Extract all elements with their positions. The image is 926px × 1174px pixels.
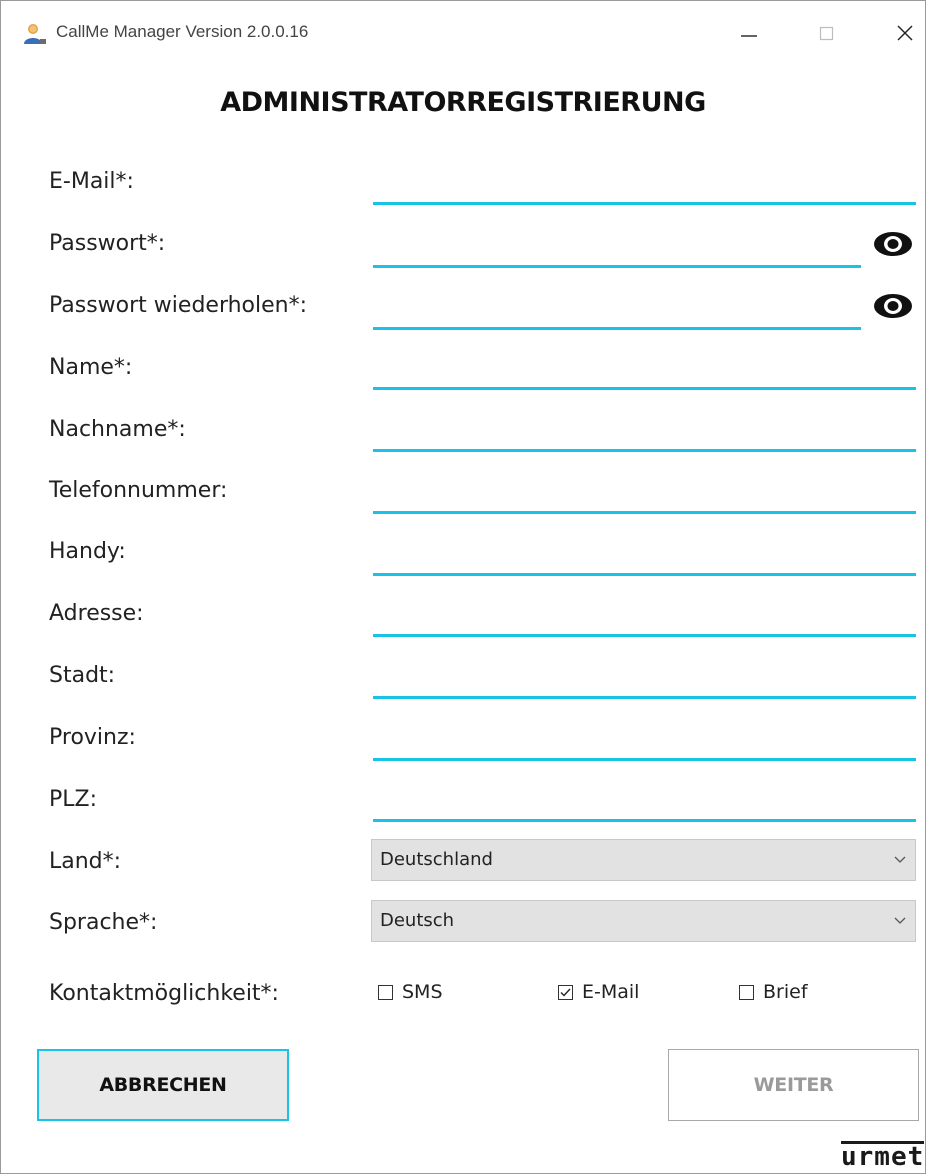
checkbox[interactable] [739, 984, 754, 1000]
email-label: E-Mail*: [49, 169, 134, 194]
address-field[interactable] [373, 603, 916, 637]
zip-label: PLZ: [49, 787, 98, 812]
minimize-button[interactable] [721, 11, 777, 55]
mobile-field[interactable] [373, 542, 916, 576]
close-icon [897, 25, 913, 41]
checkbox-label: Brief [763, 981, 808, 1003]
title-bar: CallMe Manager Version 2.0.0.16 [1, 1, 925, 63]
page-title: ADMINISTRATORREGISTRIERUNG [220, 87, 706, 118]
first-name-label: Name*: [49, 355, 133, 380]
maximize-button[interactable] [799, 11, 855, 55]
last-name-label: Nachname*: [49, 417, 186, 442]
city-field[interactable] [373, 665, 916, 699]
email-field[interactable] [373, 171, 916, 205]
contact-option-letter[interactable]: Brief [739, 981, 808, 1003]
checkbox-label: E-Mail [582, 981, 640, 1003]
contact-option-email[interactable]: E-Mail [558, 981, 639, 1003]
country-label: Land*: [49, 849, 122, 874]
checkbox-checked[interactable] [558, 984, 573, 1000]
province-label: Provinz: [49, 725, 136, 750]
password-label: Passwort*: [49, 231, 166, 256]
address-label: Adresse: [49, 601, 144, 626]
checkbox[interactable] [378, 984, 393, 1000]
chevron-down-icon [894, 856, 906, 863]
eye-icon[interactable] [871, 229, 915, 259]
country-select-value: Deutschland [380, 849, 493, 870]
eye-icon[interactable] [871, 291, 915, 321]
user-icon [24, 24, 46, 44]
maximize-icon [819, 26, 834, 41]
last-name-field[interactable] [373, 418, 916, 452]
window-title: CallMe Manager Version 2.0.0.16 [56, 22, 309, 41]
password-field[interactable] [373, 234, 861, 268]
province-field[interactable] [373, 727, 916, 761]
city-label: Stadt: [49, 663, 116, 688]
phone-label: Telefonnummer: [49, 478, 228, 503]
checkmark-icon [560, 988, 571, 997]
zip-field[interactable] [373, 788, 916, 822]
language-select-value: Deutsch [380, 910, 455, 931]
language-select[interactable]: Deutsch [371, 900, 916, 942]
next-button[interactable]: WEITER [668, 1049, 919, 1121]
contact-option-sms[interactable]: SMS [378, 981, 443, 1003]
brand-logo: urmet [841, 1141, 925, 1172]
cancel-button[interactable]: ABBRECHEN [37, 1049, 289, 1121]
first-name-field[interactable] [373, 356, 916, 390]
checkbox-label: SMS [402, 981, 443, 1003]
minimize-icon [741, 35, 757, 37]
password-repeat-label: Passwort wiederholen*: [49, 293, 308, 318]
chevron-down-icon [894, 917, 906, 924]
country-select[interactable]: Deutschland [371, 839, 916, 881]
phone-field[interactable] [373, 480, 916, 514]
mobile-label: Handy: [49, 539, 126, 564]
language-label: Sprache*: [49, 910, 158, 935]
app-window: CallMe Manager Version 2.0.0.16 ADMINIST… [0, 0, 926, 1174]
contact-label: Kontaktmöglichkeit*: [49, 981, 279, 1006]
close-button[interactable] [877, 11, 926, 55]
password-repeat-field[interactable] [373, 296, 861, 330]
